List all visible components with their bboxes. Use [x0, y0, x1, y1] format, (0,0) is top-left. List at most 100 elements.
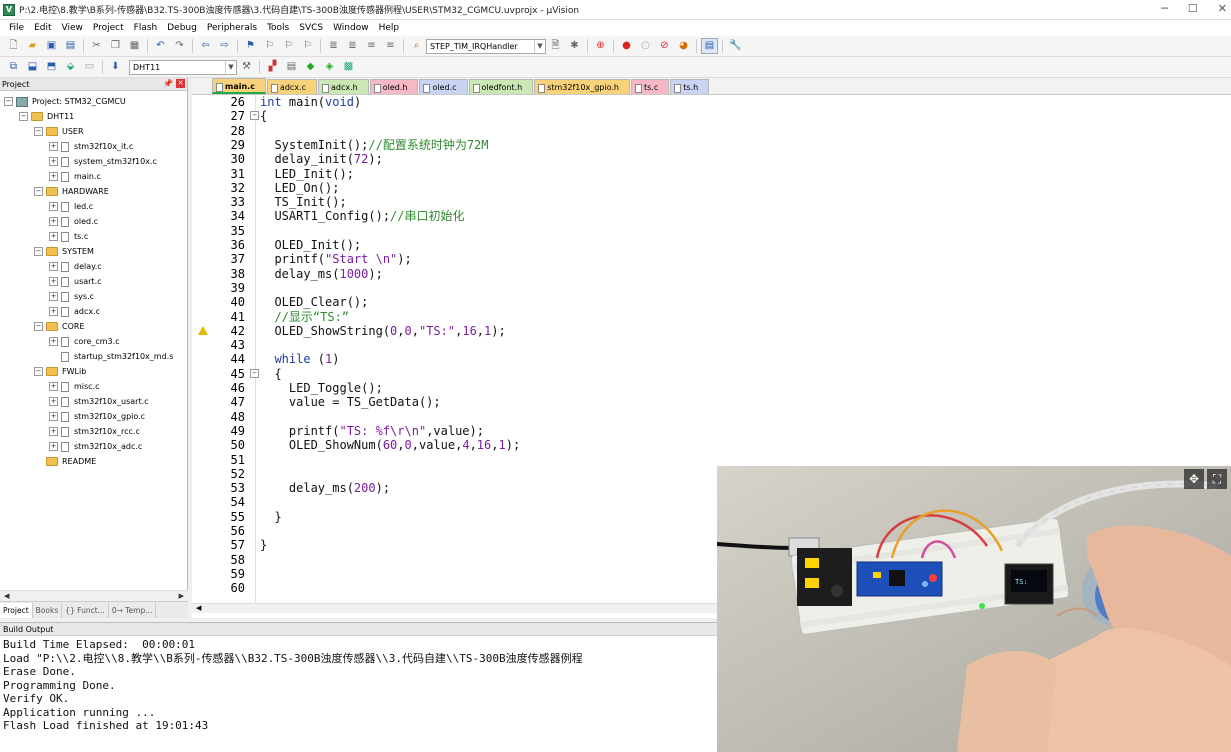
- tree-item[interactable]: − SYSTEM: [0, 244, 187, 259]
- code-line[interactable]: 29 SystemInit();//配置系统时钟为72M: [192, 138, 1231, 152]
- tab-adcx-h[interactable]: adcx.h: [318, 79, 369, 94]
- menu-view[interactable]: View: [57, 23, 88, 33]
- code-line[interactable]: 38 delay_ms(1000);: [192, 267, 1231, 281]
- code-line[interactable]: 43: [192, 338, 1231, 352]
- new-file-icon[interactable]: 🗋: [5, 38, 22, 54]
- project-panel-tab[interactable]: Project: [0, 602, 33, 618]
- tree-item[interactable]: + oled.c: [0, 214, 187, 229]
- bookmark-prev-icon[interactable]: ⚐: [261, 38, 278, 54]
- expand-icon[interactable]: +: [49, 277, 58, 286]
- code-line[interactable]: 26 int main(void): [192, 95, 1231, 109]
- expand-icon[interactable]: +: [49, 262, 58, 271]
- paste-icon[interactable]: ▦: [126, 38, 143, 54]
- code-line[interactable]: 27−{: [192, 109, 1231, 123]
- code-line[interactable]: 36 OLED_Init();: [192, 238, 1231, 252]
- batch-build-icon[interactable]: ⬙: [62, 59, 79, 75]
- redo-icon[interactable]: ↷: [171, 38, 188, 54]
- select-packs-icon[interactable]: ◈: [321, 59, 338, 75]
- code-line[interactable]: 46 LED_Toggle();: [192, 381, 1231, 395]
- nav-forward-icon[interactable]: ⇨: [216, 38, 233, 54]
- tree-item[interactable]: − CORE: [0, 319, 187, 334]
- project-panel-tab[interactable]: 0→ Temp...: [109, 602, 157, 618]
- find-icon[interactable]: 🗎: [547, 38, 564, 54]
- menu-tools[interactable]: Tools: [262, 23, 294, 33]
- fold-toggle-icon[interactable]: −: [250, 111, 259, 121]
- tab-stm32f10x_gpio-h[interactable]: stm32f10x_gpio.h: [534, 79, 630, 94]
- project-horizontal-scrollbar[interactable]: ◀ ▶: [0, 590, 188, 601]
- tree-item[interactable]: + sys.c: [0, 289, 187, 304]
- pin-icon[interactable]: 📌: [163, 79, 173, 88]
- tree-item[interactable]: − FWLib: [0, 364, 187, 379]
- bookmark-icon[interactable]: ⚑: [242, 38, 259, 54]
- expand-icon[interactable]: +: [49, 412, 58, 421]
- menu-debug[interactable]: Debug: [162, 23, 202, 33]
- run-time-env-icon[interactable]: ▩: [340, 59, 357, 75]
- tree-item[interactable]: + ts.c: [0, 229, 187, 244]
- code-line[interactable]: 30 delay_init(72);: [192, 152, 1231, 166]
- menu-svcs[interactable]: SVCS: [294, 23, 328, 33]
- breakpoint-icon[interactable]: ●: [618, 38, 635, 54]
- project-panel-tab[interactable]: {} Funct...: [62, 602, 109, 618]
- breakpoint-disable-icon[interactable]: ○: [637, 38, 654, 54]
- copy-icon[interactable]: ❐: [107, 38, 124, 54]
- download-icon[interactable]: ⬇: [107, 59, 124, 75]
- tab-oled-c[interactable]: oled.c: [419, 79, 468, 94]
- tree-item[interactable]: README: [0, 454, 187, 469]
- tree-item[interactable]: + delay.c: [0, 259, 187, 274]
- collapse-icon[interactable]: −: [34, 127, 43, 136]
- tab-main-c[interactable]: main.c: [212, 78, 266, 94]
- tab-ts-c[interactable]: ts.c: [630, 79, 670, 94]
- menu-file[interactable]: File: [4, 23, 29, 33]
- cut-icon[interactable]: ✂: [88, 38, 105, 54]
- code-line[interactable]: 47 value = TS_GetData();: [192, 395, 1231, 409]
- tree-item[interactable]: + misc.c: [0, 379, 187, 394]
- expand-icon[interactable]: +: [49, 442, 58, 451]
- save-icon[interactable]: ▣: [43, 38, 60, 54]
- bookmark-next-icon[interactable]: ⚐: [280, 38, 297, 54]
- undo-icon[interactable]: ↶: [152, 38, 169, 54]
- tree-item[interactable]: − Project: STM32_CGMCU: [0, 94, 187, 109]
- window-layout-icon[interactable]: ▤: [701, 38, 718, 54]
- manage-components-icon[interactable]: ▤: [283, 59, 300, 75]
- expand-icon[interactable]: +: [49, 337, 58, 346]
- pack-installer-icon[interactable]: ◆: [302, 59, 319, 75]
- menu-flash[interactable]: Flash: [129, 23, 163, 33]
- menu-help[interactable]: Help: [374, 23, 405, 33]
- fold-toggle-icon[interactable]: −: [250, 368, 259, 378]
- code-line[interactable]: 44 while (1): [192, 352, 1231, 366]
- collapse-icon[interactable]: −: [34, 322, 43, 331]
- breakpoint-kill-all-icon[interactable]: ◕: [675, 38, 692, 54]
- nav-back-icon[interactable]: ⇦: [197, 38, 214, 54]
- collapse-icon[interactable]: −: [34, 187, 43, 196]
- tree-item[interactable]: + led.c: [0, 199, 187, 214]
- collapse-icon[interactable]: −: [34, 247, 43, 256]
- code-line[interactable]: 45− {: [192, 367, 1231, 381]
- scroll-right-icon[interactable]: ▶: [179, 591, 184, 601]
- save-all-icon[interactable]: ▤: [62, 38, 79, 54]
- code-line[interactable]: 33 TS_Init();: [192, 195, 1231, 209]
- tree-item[interactable]: + system_stm32f10x.c: [0, 154, 187, 169]
- close-icon[interactable]: ✕: [1218, 2, 1227, 15]
- expand-icon[interactable]: +: [49, 292, 58, 301]
- tree-item[interactable]: − DHT11: [0, 109, 187, 124]
- menu-edit[interactable]: Edit: [29, 23, 56, 33]
- menu-project[interactable]: Project: [88, 23, 129, 33]
- code-line[interactable]: 39: [192, 281, 1231, 295]
- configure-icon[interactable]: 🔧: [727, 38, 744, 54]
- code-line[interactable]: 34 USART1_Config();//串口初始化: [192, 209, 1231, 223]
- tab-oledfont-h[interactable]: oledfont.h: [468, 79, 534, 94]
- target-options-icon[interactable]: ⚒: [238, 59, 255, 75]
- code-line[interactable]: 32 LED_On();: [192, 181, 1231, 195]
- rebuild-icon[interactable]: ⬒: [43, 59, 60, 75]
- code-line[interactable]: 28: [192, 124, 1231, 138]
- code-line[interactable]: 41 //显示“TS:”: [192, 310, 1231, 324]
- tree-item[interactable]: + stm32f10x_adc.c: [0, 439, 187, 454]
- chevron-down-icon[interactable]: ▼: [225, 60, 236, 74]
- menu-window[interactable]: Window: [328, 23, 374, 33]
- code-line[interactable]: 35: [192, 224, 1231, 238]
- move-icon[interactable]: ✥: [1184, 469, 1204, 489]
- unindent-icon[interactable]: ≣: [344, 38, 361, 54]
- code-line[interactable]: 50 OLED_ShowNum(60,0,value,4,16,1);: [192, 438, 1231, 452]
- tree-item[interactable]: − USER: [0, 124, 187, 139]
- expand-icon[interactable]: +: [49, 427, 58, 436]
